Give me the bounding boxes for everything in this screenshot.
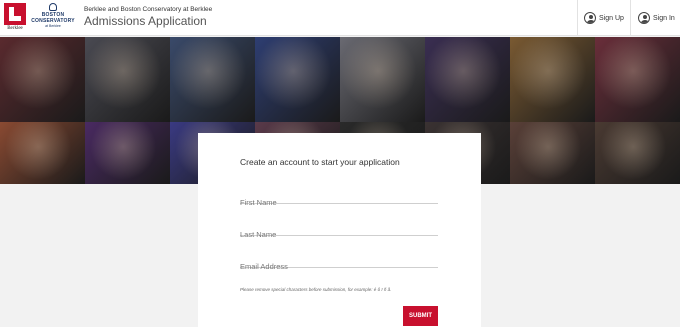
banner-photo-tile: [510, 37, 595, 122]
banner-photo-tile: [0, 122, 85, 184]
sign-up-button[interactable]: Sign Up: [584, 10, 624, 26]
banner-photo-shade: [340, 37, 425, 122]
top-bar: Berklee BOSTON CONSERVATORY at Berklee B…: [0, 0, 680, 36]
berklee-wordmark: Berklee: [7, 26, 23, 31]
first-name-input[interactable]: [240, 196, 438, 209]
banner-photo-shade: [595, 37, 680, 122]
special-characters-note: Please remove special characters before …: [240, 287, 392, 292]
banner-photo-shade: [595, 122, 680, 184]
nav-divider: [630, 0, 631, 36]
banner-photo-shade: [510, 37, 595, 122]
berklee-mark-icon: [4, 3, 26, 25]
banner-photo-shade: [255, 37, 340, 122]
banner-photo-tile: [595, 122, 680, 184]
banner-photo-shade: [0, 37, 85, 122]
berklee-logo[interactable]: Berklee: [4, 3, 26, 33]
banner-photo-tile: [595, 37, 680, 122]
banner-photo-tile: [170, 37, 255, 122]
banner-photo-shade: [170, 37, 255, 122]
first-name-field[interactable]: [240, 192, 438, 209]
form-heading: Create an account to start your applicat…: [240, 157, 400, 167]
banner-photo-tile: [425, 37, 510, 122]
banner-photo-tile: [340, 37, 425, 122]
institution-subtitle: Berklee and Boston Conservatory at Berkl…: [84, 6, 213, 13]
email-field[interactable]: [240, 256, 438, 273]
banner-photo-tile: [510, 122, 595, 184]
sign-up-label: Sign Up: [599, 14, 624, 22]
nav-divider: [577, 0, 578, 36]
banner-photo-shade: [85, 37, 170, 122]
conservatory-emblem-icon: [49, 3, 57, 11]
banner-photo-shade: [0, 122, 85, 184]
sign-in-label: Sign In: [653, 14, 675, 22]
banner-photo-tile: [0, 37, 85, 122]
last-name-field[interactable]: [240, 224, 438, 241]
boston-conservatory-logo[interactable]: BOSTON CONSERVATORY at Berklee: [31, 3, 75, 33]
banner-photo-shade: [510, 122, 595, 184]
email-input[interactable]: [240, 260, 438, 273]
banner-photo-tile: [85, 122, 170, 184]
sign-in-button[interactable]: Sign In: [638, 10, 675, 26]
page-title: Admissions Application: [84, 14, 207, 28]
user-icon: [584, 12, 596, 24]
banner-photo-tile: [255, 37, 340, 122]
banner-photo-shade: [425, 37, 510, 122]
last-name-input[interactable]: [240, 228, 438, 241]
user-icon: [638, 12, 650, 24]
banner-photo-tile: [85, 37, 170, 122]
submit-button[interactable]: SUBMIT: [403, 306, 438, 326]
banner-photo-shade: [85, 122, 170, 184]
signup-card: Create an account to start your applicat…: [198, 133, 481, 327]
conservatory-logo-line3: at Berklee: [45, 24, 61, 28]
